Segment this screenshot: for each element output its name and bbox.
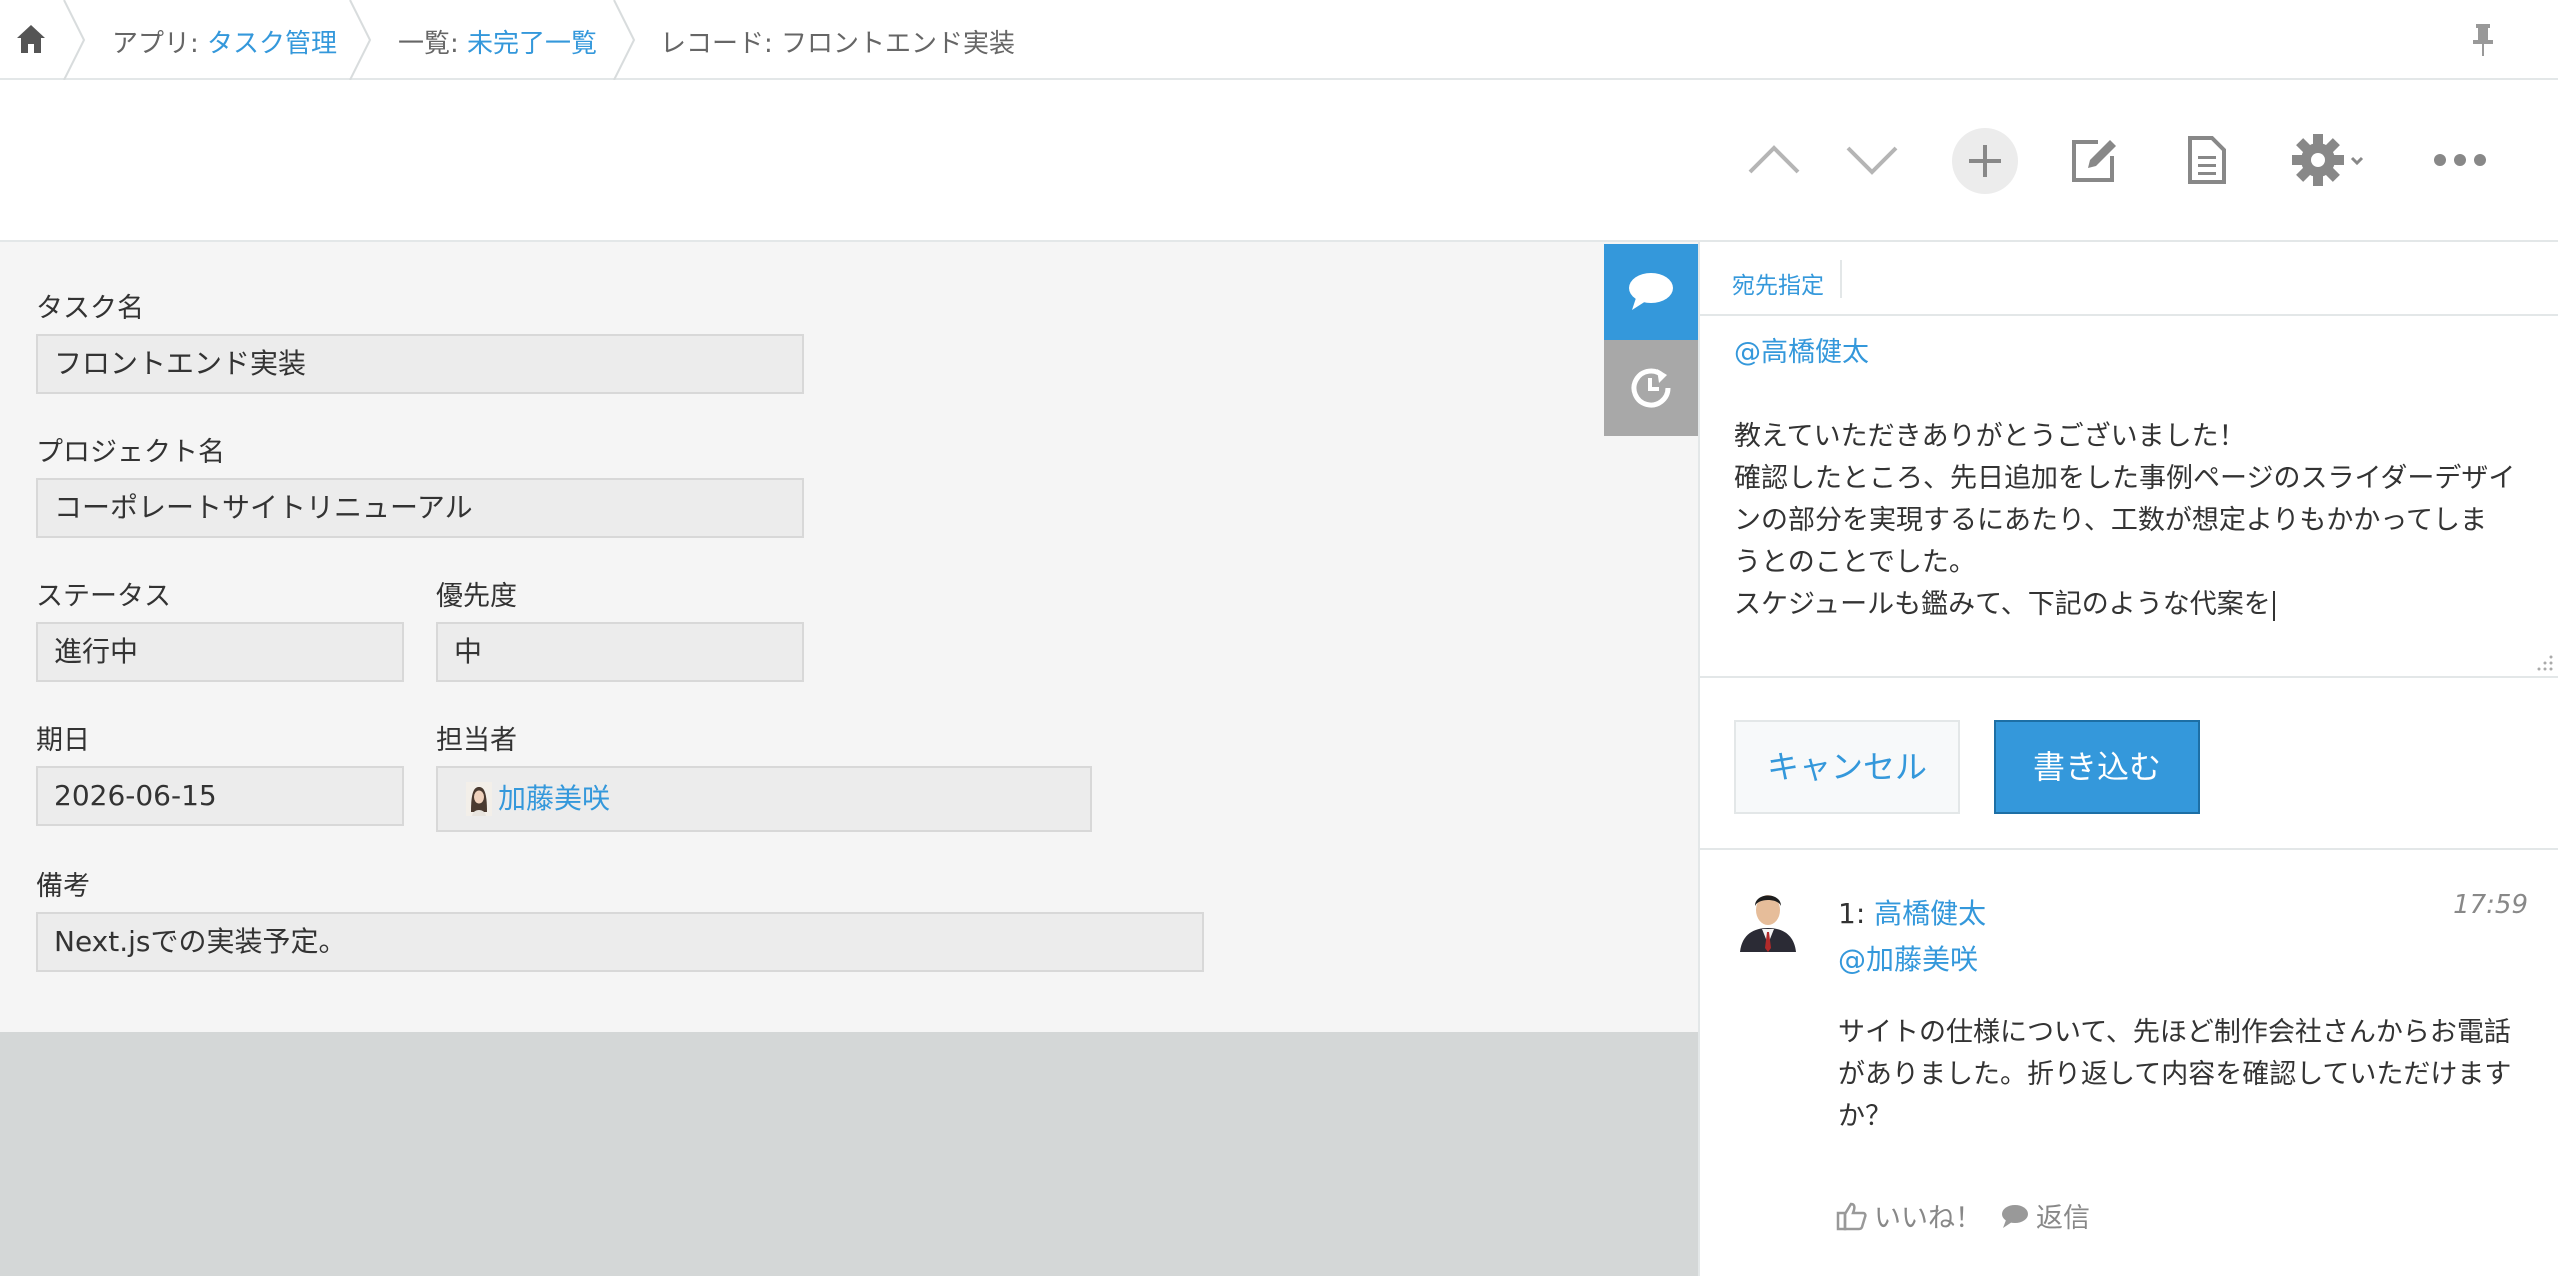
thumbs-up-icon: [1836, 1202, 1867, 1230]
breadcrumb-separator: [63, 0, 86, 80]
breadcrumb-app-link[interactable]: タスク管理: [207, 29, 337, 59]
breadcrumb-view-link[interactable]: 未完了一覧: [467, 29, 597, 59]
submit-comment-button[interactable]: 書き込む: [1994, 720, 2200, 814]
breadcrumb-separator: [349, 0, 372, 80]
record-details: タスク名 フロントエンド実装 プロジェクト名 コーポレートサイトリニューアル ス…: [0, 242, 1698, 1032]
reply-button[interactable]: 返信: [2000, 1196, 2090, 1235]
task-name-value: フロントエンド実装: [36, 334, 804, 394]
assignee-link[interactable]: 加藤美咲: [498, 771, 610, 827]
document-icon[interactable]: [2180, 132, 2236, 188]
edit-icon[interactable]: [2066, 132, 2122, 188]
breadcrumb-app: アプリ: タスク管理: [112, 23, 337, 60]
assignee-label: 担当者: [436, 725, 517, 756]
mention-bar: 宛先指定: [1700, 242, 2558, 316]
status-label: ステータス: [36, 581, 171, 612]
comment-mention-link[interactable]: @加藤美咲: [1838, 938, 1978, 978]
record-toolbar: [0, 80, 2558, 242]
task-name-label: タスク名: [36, 293, 144, 324]
reply-label: 返信: [2036, 1203, 2090, 1234]
priority-label: 優先度: [436, 581, 517, 612]
editor-line: 教えていただきありがとうございました！: [1734, 421, 2246, 452]
project-name-label: プロジェクト名: [36, 437, 225, 468]
editor-line: うとのことでした。: [1734, 547, 1976, 578]
breadcrumb-view: 一覧: 未完了一覧: [398, 23, 597, 60]
comment-number: 1:: [1838, 897, 1866, 930]
like-label: いいね！: [1874, 1203, 1982, 1234]
comment-author-link[interactable]: 高橋健太: [1874, 897, 1986, 930]
breadcrumb: アプリ: タスク管理 一覧: 未完了一覧 レコード: フロントエンド実装: [0, 0, 2558, 80]
record-empty-area: [0, 1032, 1698, 1276]
priority-value: 中: [436, 622, 804, 682]
due-date-label: 期日: [36, 725, 90, 756]
cancel-button[interactable]: キャンセル: [1734, 720, 1960, 814]
history-tab[interactable]: [1604, 340, 1698, 436]
speech-bubble-icon: [1629, 273, 1673, 310]
comment-body: サイトの仕様について、先ほど制作会社さんからお電話がありました。折り返して内容を…: [1838, 1017, 2512, 1132]
pin-icon[interactable]: [2468, 22, 2498, 58]
like-button[interactable]: いいね！: [1836, 1196, 1982, 1235]
editor-line: 確認したところ、先日追加をした事例ページのスライダーデザイ: [1734, 463, 2516, 494]
comment-panel: 宛先指定 @高橋健太 教えていただきありがとうございました！ 確認したところ、先…: [1698, 242, 2558, 1276]
comment-timestamp: 17:59: [2453, 890, 2528, 920]
comment-item: 1: 高橋健太 17:59 @加藤美咲 サイトの仕様について、先ほど制作会社さん…: [1700, 850, 2558, 1276]
history-icon: [1631, 368, 1671, 408]
project-name-value: コーポレートサイトリニューアル: [36, 478, 804, 538]
text-caret: [2272, 590, 2275, 621]
home-icon[interactable]: [14, 22, 54, 58]
avatar[interactable]: [1734, 882, 1802, 952]
breadcrumb-app-prefix: アプリ:: [112, 29, 208, 59]
resize-grip-icon[interactable]: [2536, 654, 2554, 672]
more-icon[interactable]: [2432, 140, 2488, 180]
comments-tab[interactable]: [1604, 244, 1698, 340]
editor-line: ンの部分を実現するにあたり、工数が想定よりもかかってしま: [1734, 505, 2488, 536]
notes-value: Next.jsでの実装予定。: [36, 912, 1204, 972]
chevron-up-icon[interactable]: [1746, 132, 1802, 188]
speech-bubble-icon: [2002, 1204, 2028, 1228]
notes-label: 備考: [36, 871, 90, 902]
due-date-value: 2026-06-15: [36, 766, 404, 826]
divider: [1840, 260, 1842, 298]
breadcrumb-record: レコード: フロントエンド実装: [660, 29, 1016, 59]
breadcrumb-view-prefix: 一覧:: [398, 29, 468, 59]
comment-editor[interactable]: @高橋健太 教えていただきありがとうございました！ 確認したところ、先日追加をし…: [1700, 316, 2558, 678]
breadcrumb-separator: [613, 0, 636, 80]
assignee-value: 加藤美咲: [436, 766, 1092, 832]
gear-icon[interactable]: [2290, 130, 2374, 190]
status-value: 進行中: [36, 622, 404, 682]
editor-last-line: スケジュールも鑑みて、下記のような代案を: [1734, 584, 2538, 626]
mention-button[interactable]: 宛先指定: [1732, 266, 1824, 300]
plus-icon[interactable]: [1952, 128, 2018, 194]
assignee-avatar: [466, 782, 492, 816]
comment-header: 1: 高橋健太: [1838, 892, 1986, 932]
editor-mention: @高橋健太: [1734, 337, 1869, 368]
chevron-down-icon[interactable]: [1844, 132, 1900, 188]
comment-actions: いいね！ 返信: [1836, 1196, 2108, 1235]
editor-line: スケジュールも鑑みて、下記のような代案を: [1734, 589, 2271, 620]
